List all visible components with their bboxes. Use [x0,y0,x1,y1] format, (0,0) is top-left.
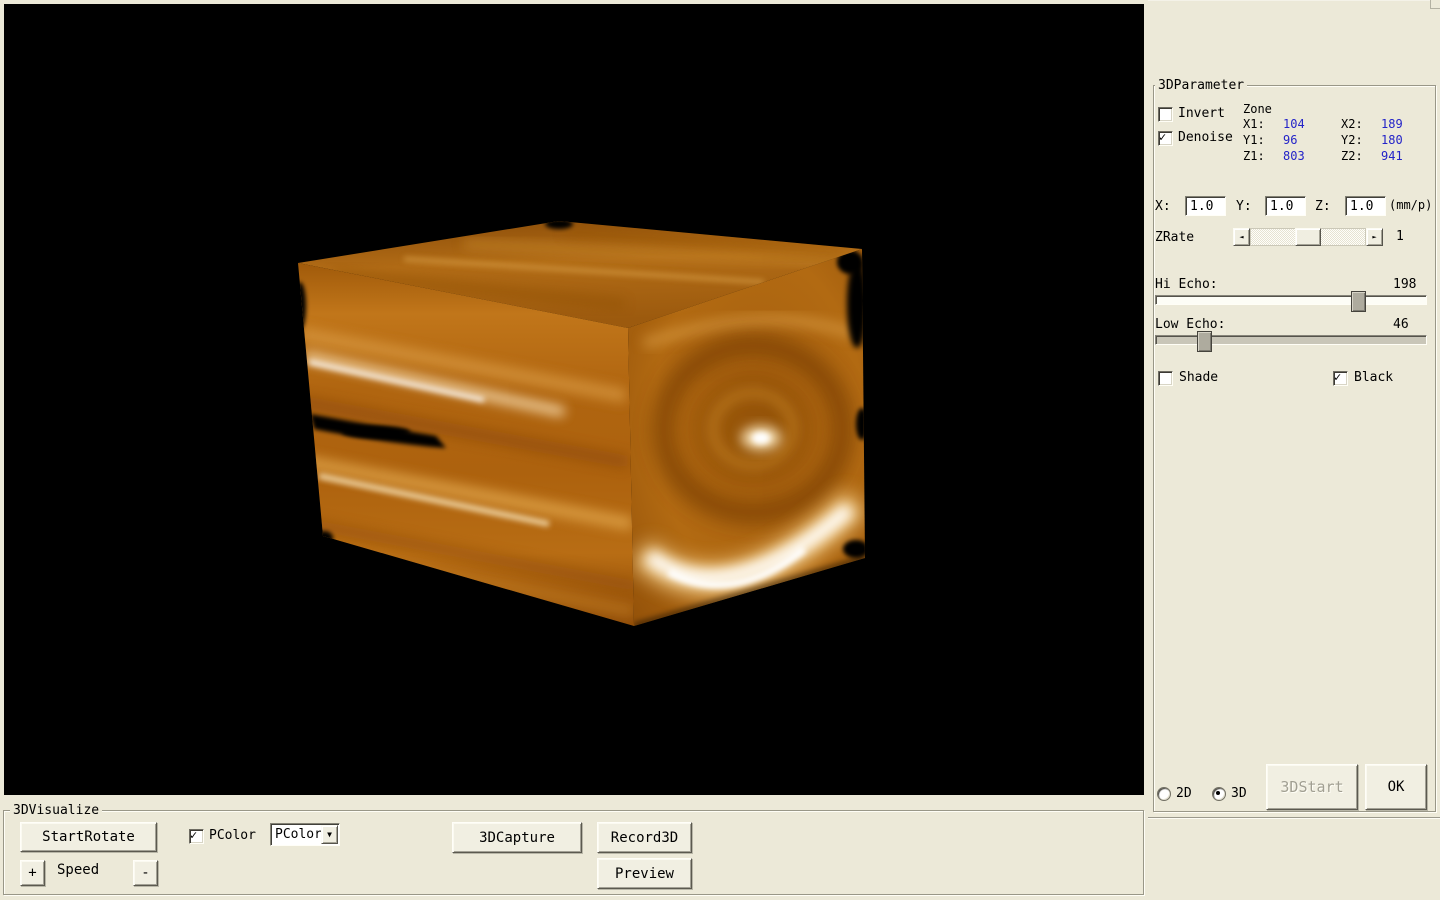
hi-echo-slider-thumb[interactable] [1351,291,1366,312]
voxel-y-label: Y: [1236,199,1252,214]
black-label: Black [1354,370,1393,385]
speed-label: Speed [57,862,99,878]
invert-checkbox[interactable] [1158,107,1173,122]
voxel-x-input[interactable] [1185,196,1226,216]
zone-z1-value: 803 [1283,149,1305,163]
black-checkbox[interactable]: ✓ [1333,371,1348,386]
hi-echo-slider-track[interactable] [1155,295,1427,305]
start3d-button[interactable]: 3DStart [1266,764,1358,810]
chevron-down-icon: ▼ [327,830,332,839]
mode-2d-radio[interactable] [1157,787,1171,801]
mode-2d-label: 2D [1176,786,1192,801]
speed-plus-button[interactable]: + [20,860,45,886]
low-echo-label: Low Echo: [1155,317,1225,332]
zrate-scrollbar[interactable]: ◄ ► [1233,228,1383,246]
zrate-scroll-right-button[interactable]: ► [1366,228,1383,246]
zone-z2-value: 941 [1381,149,1403,163]
zrate-scroll-thumb[interactable] [1295,228,1321,246]
preview-button[interactable]: Preview [597,858,692,889]
hi-echo-value: 198 [1393,277,1416,292]
pcolor-checkbox[interactable]: ✓ [189,829,204,844]
denoise-checkbox[interactable]: ✓ [1158,131,1173,146]
zrate-scroll-left-button[interactable]: ◄ [1233,228,1250,246]
zone-y1-label: Y1: [1243,133,1265,147]
shade-label: Shade [1179,370,1218,385]
panel-corner-chip [1430,0,1440,9]
pcolor-label: PColor [209,828,256,843]
volume-render [4,4,1144,795]
zone-x1-value: 104 [1283,117,1305,131]
pcolor-dropdown[interactable]: PColor ▼ [270,823,340,846]
voxel-z-label: Z: [1315,199,1331,214]
render-viewport[interactable] [4,4,1144,795]
param-groupbox [1153,85,1436,812]
check-icon: ✓ [190,828,197,842]
zone-y2-label: Y2: [1341,133,1363,147]
hi-echo-label: Hi Echo: [1155,277,1218,292]
invert-label: Invert [1178,106,1225,121]
voxel-y-input[interactable] [1265,196,1306,216]
low-echo-slider-thumb[interactable] [1197,331,1212,352]
check-icon: ✓ [1159,130,1166,144]
low-echo-slider-track[interactable] [1155,335,1427,345]
arrow-right-icon: ► [1372,233,1376,241]
parameter-panel: 3DParameter Invert ✓ Denoise Zone X1: 10… [1148,0,1440,819]
mode-3d-radio[interactable] [1212,787,1226,801]
zone-y1-value: 96 [1283,133,1297,147]
speed-minus-button[interactable]: - [133,860,158,886]
voxel-z-input[interactable] [1345,196,1386,216]
pcolor-dropdown-value: PColor [275,827,322,842]
start-rotate-button[interactable]: StartRotate [20,822,157,852]
mode-3d-label: 3D [1231,786,1247,801]
visualize-group-title: 3DVisualize [10,803,102,818]
record3d-button[interactable]: Record3D [597,822,692,853]
ok-button[interactable]: OK [1365,764,1427,810]
zone-y2-value: 180 [1381,133,1403,147]
zone-z1-label: Z1: [1243,149,1265,163]
visualize-panel: 3DVisualize StartRotate + Speed - ✓ PCol… [0,798,1146,900]
voxel-unit-label: (mm/p) [1389,198,1432,212]
param-group-title: 3DParameter [1155,78,1247,93]
app-window: { "colors": { "window_bg": "#ece9d8", "v… [0,0,1440,900]
check-icon: ✓ [1334,370,1341,384]
low-echo-value: 46 [1393,317,1409,332]
shade-checkbox[interactable] [1158,371,1173,386]
zone-z2-label: Z2: [1341,149,1363,163]
zone-x2-label: X2: [1341,117,1363,131]
voxel-x-label: X: [1155,199,1171,214]
zrate-value: 1 [1396,229,1404,244]
zone-title: Zone [1243,102,1272,116]
capture3d-button[interactable]: 3DCapture [452,822,582,853]
zone-x1-label: X1: [1243,117,1265,131]
denoise-label: Denoise [1178,130,1233,145]
zone-x2-value: 189 [1381,117,1403,131]
arrow-left-icon: ◄ [1239,233,1243,241]
zrate-label: ZRate [1155,230,1194,245]
pcolor-dropdown-button[interactable]: ▼ [321,825,338,844]
